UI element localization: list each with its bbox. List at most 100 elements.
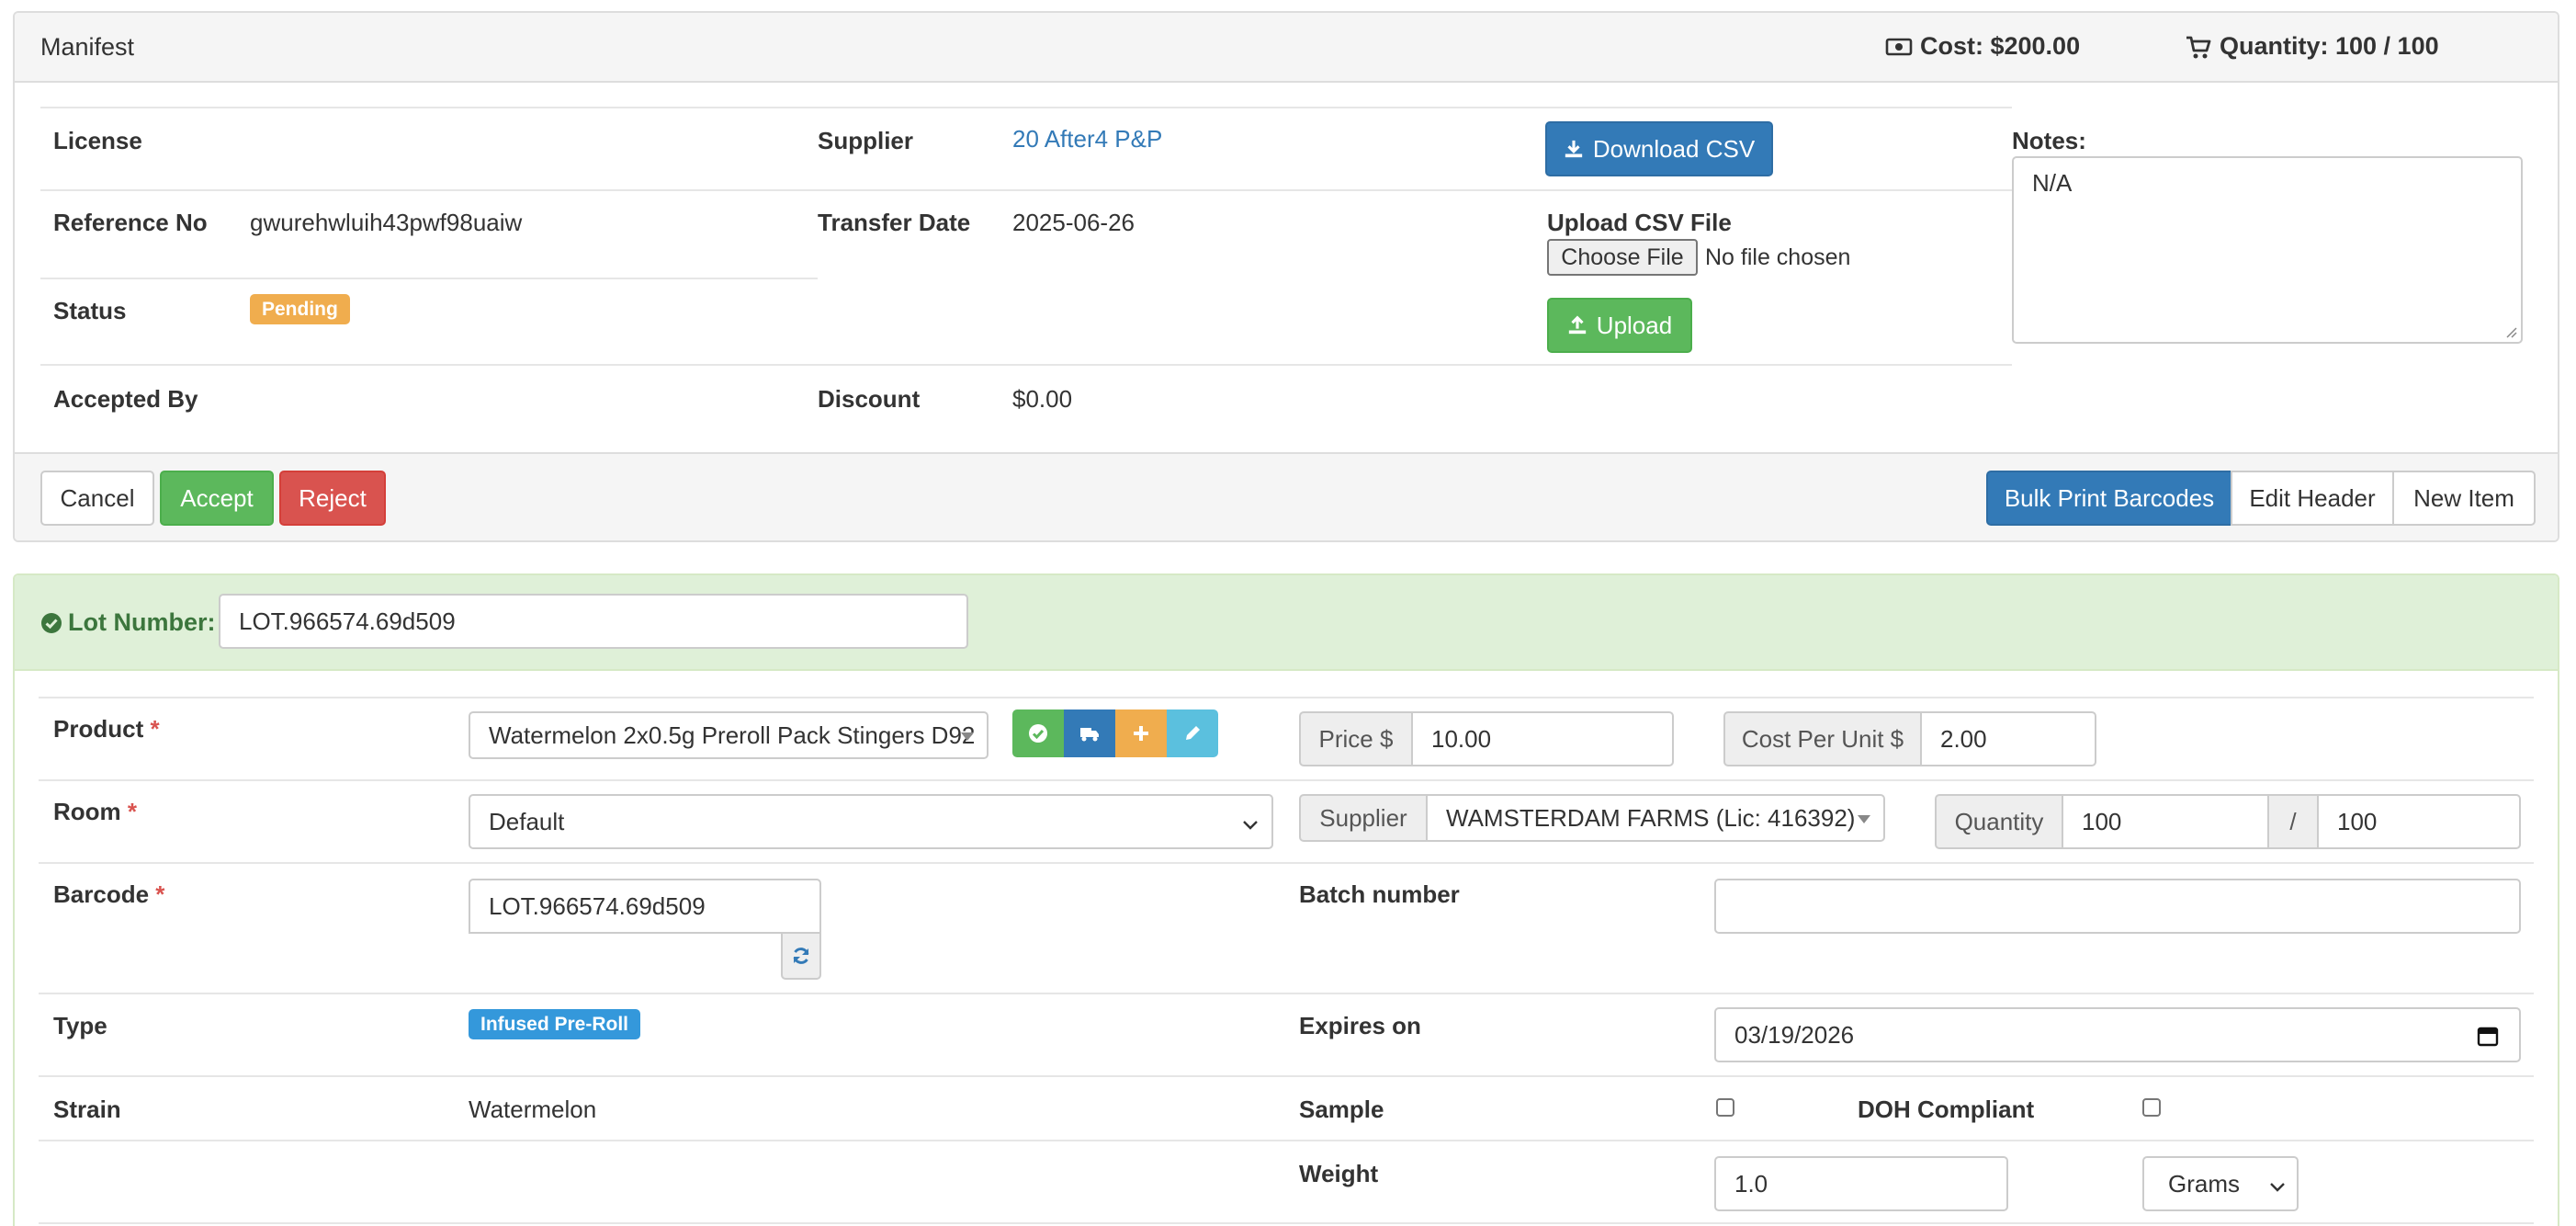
confirm-product-button[interactable]	[1012, 709, 1064, 757]
doh-compliant-checkbox[interactable]	[2142, 1098, 2161, 1117]
download-csv-button[interactable]: Download CSV	[1545, 121, 1773, 176]
cart-icon	[2186, 36, 2211, 58]
edit-product-button[interactable]	[1167, 709, 1218, 757]
cost-per-unit-addon: Cost Per Unit $	[1723, 711, 1922, 766]
upload-button[interactable]: Upload	[1547, 298, 1692, 353]
add-product-button[interactable]	[1115, 709, 1167, 757]
table-row	[40, 364, 2012, 366]
type-badge: Infused Pre-Roll	[469, 1009, 641, 1039]
quantity-summary: Quantity: 100 / 100	[2185, 32, 2439, 61]
plus-icon	[1134, 726, 1148, 741]
manifest-header: Manifest Cost: $200.00 Quantity: 100 / 1…	[15, 13, 2558, 83]
table-row	[39, 779, 2534, 781]
table-row	[818, 107, 2012, 108]
product-select[interactable]: Watermelon 2x0.5g Preroll Pack Stingers …	[469, 711, 989, 759]
manifest-title: Manifest	[40, 33, 135, 61]
quantity-text: Quantity: 100 / 100	[2220, 32, 2439, 60]
dropdown-caret-icon	[1858, 815, 1870, 823]
regenerate-barcode-button[interactable]	[781, 932, 821, 980]
bulk-print-barcodes-button[interactable]: Bulk Print Barcodes	[1986, 471, 2232, 526]
supplier-select[interactable]: WAMSTERDAM FARMS (Lic: 416392)	[1426, 794, 1885, 842]
quantity-value: 100	[2082, 807, 2122, 835]
reference-value: gwurehwluih43pwf98uaiw	[250, 209, 523, 236]
weight-label: Weight	[1299, 1160, 1379, 1187]
cost-per-unit-value: 2.00	[1940, 724, 1987, 753]
cost-summary: Cost: $200.00	[1885, 32, 2080, 61]
barcode-input[interactable]: LOT.966574.69d509	[469, 879, 821, 934]
barcode-value: LOT.966574.69d509	[489, 891, 706, 920]
new-item-button[interactable]: New Item	[2392, 471, 2536, 526]
table-row	[40, 107, 818, 108]
no-file-chosen-text: No file chosen	[1705, 244, 1851, 270]
table-row	[818, 189, 2012, 191]
supplier-addon: Supplier	[1299, 794, 1428, 842]
status-label: Status	[53, 297, 127, 324]
accepted-by-label: Accepted By	[53, 385, 198, 413]
edit-header-button[interactable]: Edit Header	[2231, 471, 2394, 526]
manifest-panel: Manifest Cost: $200.00 Quantity: 100 / 1…	[13, 11, 2559, 542]
manifest-actions-bar: Cancel Accept Reject Bulk Print Barcodes…	[15, 452, 2558, 540]
license-label: License	[53, 127, 142, 154]
weight-value: 1.0	[1734, 1169, 1768, 1198]
batch-number-input[interactable]	[1714, 879, 2521, 934]
table-row	[39, 1075, 2534, 1077]
notes-textarea[interactable]: N/A	[2012, 156, 2523, 344]
sample-checkbox[interactable]	[1716, 1098, 1734, 1117]
upload-csv-label: Upload CSV File	[1547, 209, 1732, 236]
notes-value: N/A	[2032, 169, 2073, 197]
reject-button[interactable]: Reject	[279, 471, 386, 526]
check-circle-icon	[1029, 724, 1047, 743]
price-addon: Price $	[1299, 711, 1413, 766]
dropdown-caret-icon	[961, 732, 974, 741]
status-badge: Pending	[250, 294, 350, 324]
discount-label: Discount	[818, 385, 921, 413]
accept-button[interactable]: Accept	[160, 471, 274, 526]
notes-label: Notes:	[2012, 127, 2086, 154]
table-row	[39, 862, 2534, 864]
refresh-icon	[793, 948, 809, 964]
upload-icon	[1568, 315, 1586, 335]
strain-label: Strain	[53, 1095, 121, 1123]
reference-label: Reference No	[53, 209, 208, 236]
cost-text: Cost: $200.00	[1920, 32, 2081, 60]
lot-header: Lot Number: LOT.966574.69d509	[15, 575, 2558, 671]
quantity-addon: Quantity	[1935, 794, 2063, 849]
discount-value: $0.00	[1012, 385, 1073, 413]
quantity-total-value: 100	[2337, 807, 2378, 835]
transfer-date-value: 2025-06-26	[1012, 209, 1135, 236]
table-row	[39, 993, 2534, 994]
barcode-label: Barcode *	[53, 880, 165, 908]
supplier-link[interactable]: 20 After4 P&P	[1012, 125, 1162, 153]
product-label: Product *	[53, 715, 160, 743]
room-value: Default	[489, 807, 565, 835]
table-row	[39, 1222, 2534, 1224]
lot-number-label: Lot Number:	[68, 608, 216, 636]
calendar-icon[interactable]	[2477, 1025, 2499, 1047]
lot-number-input[interactable]: LOT.966574.69d509	[219, 594, 968, 649]
expires-on-label: Expires on	[1299, 1012, 1421, 1039]
choose-file-button[interactable]: Choose File	[1547, 239, 1698, 276]
price-value: 10.00	[1431, 724, 1492, 753]
lot-number-value: LOT.966574.69d509	[239, 607, 456, 635]
batch-number-label: Batch number	[1299, 880, 1460, 908]
weight-unit-select[interactable]: Grams	[2142, 1156, 2299, 1211]
quantity-input[interactable]: 100	[2062, 794, 2269, 849]
supplier-label: Supplier	[818, 127, 914, 154]
table-row	[40, 278, 818, 279]
chevron-down-icon	[1243, 821, 1258, 830]
transfer-product-button[interactable]	[1064, 709, 1115, 757]
check-circle-icon	[41, 613, 62, 633]
weight-unit-value: Grams	[2168, 1169, 2240, 1198]
quantity-total-input[interactable]: 100	[2317, 794, 2521, 849]
cancel-button[interactable]: Cancel	[40, 471, 154, 526]
money-icon	[1885, 38, 1913, 55]
sample-label: Sample	[1299, 1095, 1384, 1123]
cost-per-unit-input[interactable]: 2.00	[1920, 711, 2096, 766]
upload-label: Upload	[1596, 311, 1673, 339]
weight-input[interactable]: 1.0	[1714, 1156, 2008, 1211]
price-input[interactable]: 10.00	[1411, 711, 1674, 766]
download-icon	[1565, 140, 1583, 158]
expires-on-input[interactable]: 03/19/2026	[1714, 1007, 2521, 1062]
room-select[interactable]: Default	[469, 794, 1273, 849]
expires-on-value: 03/19/2026	[1734, 1020, 1855, 1049]
